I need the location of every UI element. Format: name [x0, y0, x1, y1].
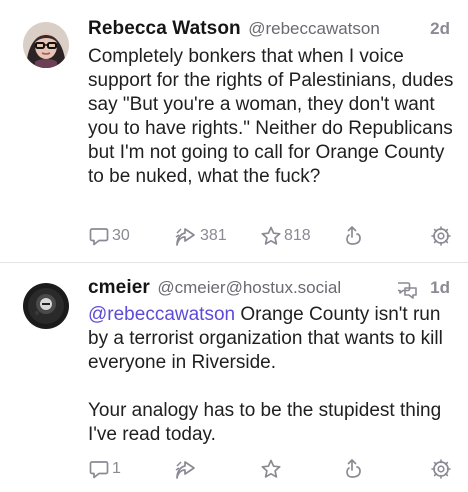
- post-time[interactable]: 2d: [430, 19, 450, 39]
- favourite-button[interactable]: 818: [260, 224, 311, 248]
- boost-count: 381: [200, 227, 227, 244]
- reply-button[interactable]: 1: [88, 457, 121, 481]
- avatar[interactable]: [23, 283, 69, 329]
- post-text: Completely bonkers that when I voice sup…: [88, 46, 454, 187]
- post-time[interactable]: 1d: [430, 278, 450, 298]
- avatar[interactable]: [23, 22, 69, 68]
- post-header: cmeier @cmeier@hostux.social 1d: [88, 277, 450, 305]
- reply-thread-icon: [396, 280, 418, 305]
- more-button[interactable]: [430, 457, 452, 481]
- share-button[interactable]: [344, 457, 366, 481]
- favourite-button[interactable]: [260, 457, 284, 481]
- reply-icon: [89, 228, 109, 246]
- avatar-image: [23, 22, 69, 68]
- reply-count: 1: [112, 460, 121, 477]
- display-name[interactable]: Rebecca Watson: [88, 18, 241, 39]
- star-icon: [261, 226, 281, 245]
- reply-count: 30: [112, 227, 130, 244]
- share-icon: [346, 226, 361, 245]
- share-icon: [346, 459, 361, 478]
- mention-link[interactable]: @rebeccawatson: [88, 304, 235, 325]
- gear-icon: [431, 226, 451, 246]
- reply-icon: [89, 461, 109, 479]
- boost-button[interactable]: [174, 457, 200, 481]
- reply-button[interactable]: 30: [88, 224, 130, 248]
- post-content: Completely bonkers that when I voice sup…: [88, 45, 460, 189]
- avatar-image: [23, 283, 69, 329]
- account-handle[interactable]: @cmeier@hostux.social: [157, 278, 341, 297]
- favourite-count: 818: [284, 227, 311, 244]
- gear-icon: [431, 459, 451, 479]
- post-paragraph: Your analogy has to be the stupidest thi…: [88, 400, 442, 445]
- star-icon: [261, 459, 281, 478]
- post-actions: 30 381 818: [88, 224, 458, 248]
- post-paragraph: @rebeccawatson Orange County isn't run b…: [88, 303, 460, 375]
- post-header: Rebecca Watson @rebeccawatson 2d: [88, 18, 450, 46]
- boost-icon: [175, 461, 195, 479]
- boost-button[interactable]: 381: [174, 224, 227, 248]
- post-content: @rebeccawatson Orange County isn't run b…: [88, 303, 460, 447]
- post-actions: 1: [88, 457, 458, 481]
- more-button[interactable]: [430, 224, 452, 248]
- display-name[interactable]: cmeier: [88, 277, 150, 298]
- account-handle[interactable]: @rebeccawatson: [248, 19, 380, 38]
- post-cmeier[interactable]: cmeier @cmeier@hostux.social 1d @rebecca…: [0, 263, 468, 492]
- share-button[interactable]: [344, 224, 366, 248]
- post-rebecca-watson[interactable]: Rebecca Watson @rebeccawatson 2d Complet…: [0, 0, 468, 262]
- boost-icon: [175, 228, 195, 246]
